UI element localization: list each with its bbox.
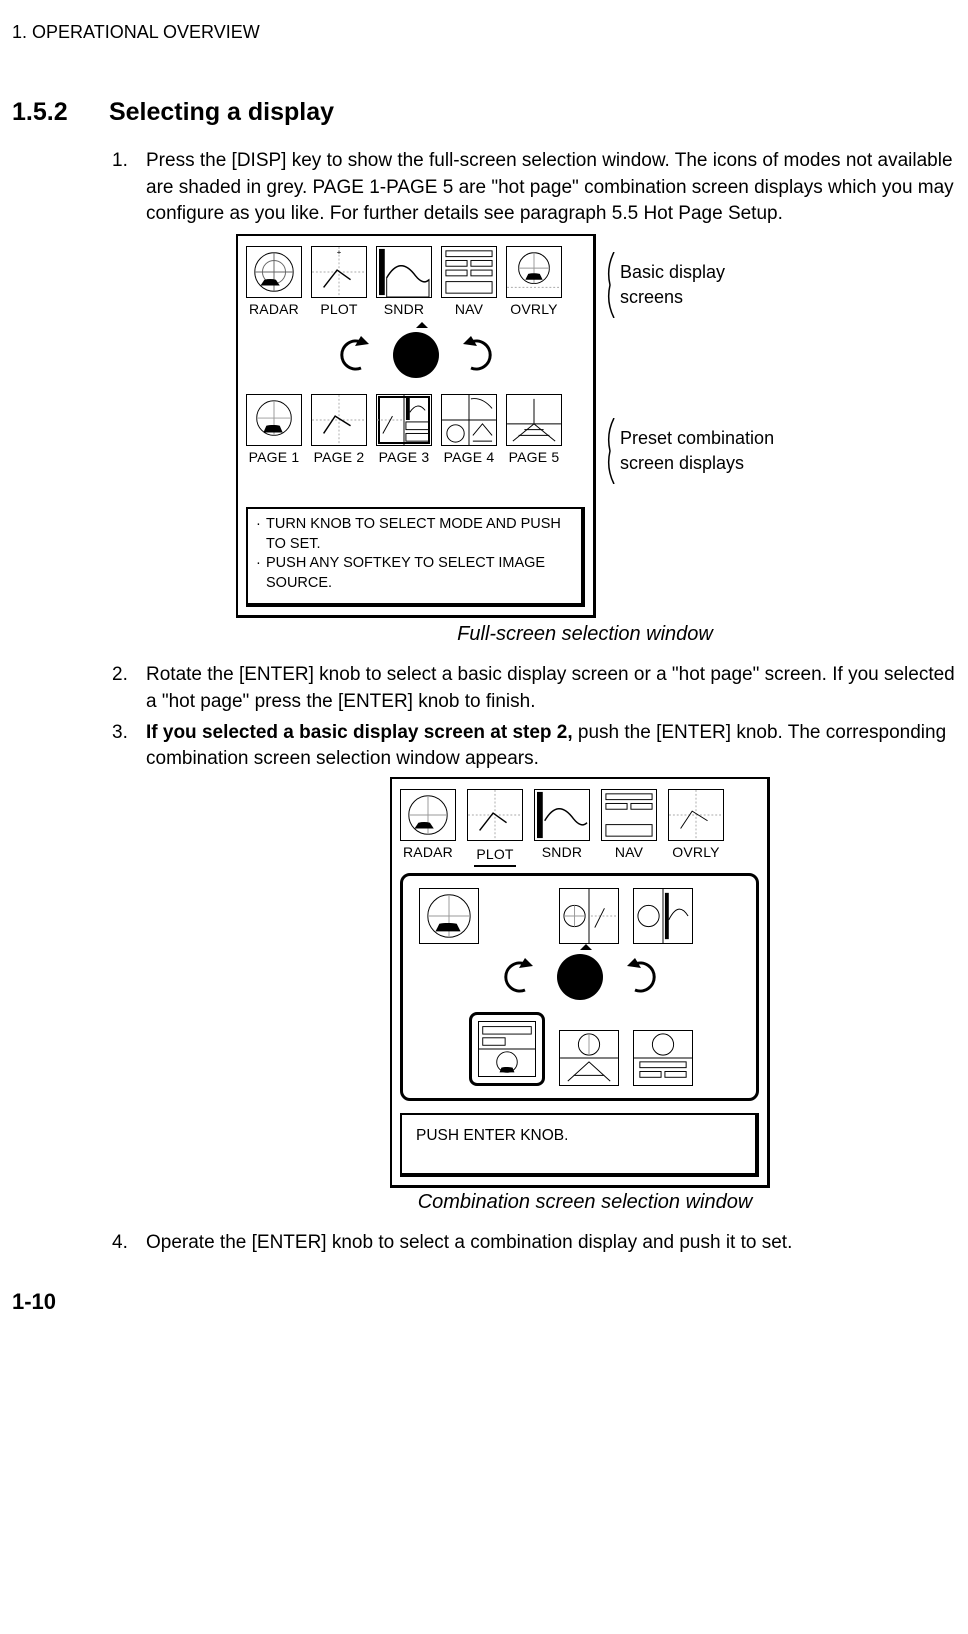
icon-label-page2: PAGE 2 bbox=[311, 448, 367, 468]
page4-icon bbox=[441, 394, 497, 446]
plot-icon: + bbox=[311, 246, 367, 298]
icon-label-page4: PAGE 4 bbox=[441, 448, 497, 468]
step-1: Press the [DISP] key to show the full-sc… bbox=[112, 148, 964, 648]
page2-icon bbox=[311, 394, 367, 446]
instruction-box: PUSH ENTER KNOB. bbox=[400, 1113, 759, 1177]
combo-radar-plot-v-icon bbox=[559, 888, 619, 944]
combo-radar-highway-h-icon bbox=[559, 1030, 619, 1086]
radar-icon bbox=[400, 789, 456, 841]
rotate-ccw-icon bbox=[495, 956, 533, 998]
figure2-caption: Combination screen selection window bbox=[146, 1188, 964, 1216]
icon-label-radar: RADAR bbox=[246, 300, 302, 320]
figure1-caption: Full-screen selection window bbox=[146, 620, 964, 648]
full-screen-selection-window: RADAR + PLOT SNDR NAV OVRLY bbox=[236, 234, 596, 618]
page3-icon bbox=[376, 394, 432, 446]
icon-label-sndr: SNDR bbox=[376, 300, 432, 320]
step-3-bold: If you selected a basic display screen a… bbox=[146, 722, 573, 743]
page5-icon bbox=[506, 394, 562, 446]
instruction-box: ·TURN KNOB TO SELECT MODE AND PUSH TO SE… bbox=[246, 507, 585, 607]
knob-icon bbox=[393, 332, 439, 378]
knob-icon bbox=[557, 954, 603, 1000]
basic-display-row: RADAR + PLOT SNDR NAV OVRLY bbox=[246, 246, 585, 320]
rotate-cw-icon bbox=[463, 334, 501, 376]
ovrly-icon bbox=[668, 789, 724, 841]
icon-label-page3: PAGE 3 bbox=[376, 448, 432, 468]
brace-icon bbox=[604, 252, 616, 318]
annotation-basic-display: Basic displayscreens bbox=[620, 260, 725, 310]
section-number: 1.5.2 bbox=[12, 95, 102, 130]
combination-options-frame bbox=[400, 873, 759, 1101]
brace-icon bbox=[604, 418, 616, 484]
running-header: 1. OPERATIONAL OVERVIEW bbox=[12, 20, 968, 45]
knob-indicator-row bbox=[246, 332, 585, 378]
step-3: If you selected a basic display screen a… bbox=[112, 720, 964, 1216]
fig2-basic-row: RADAR PLOT SNDR NAV OVRLY bbox=[400, 789, 759, 868]
knob-indicator-row bbox=[413, 954, 746, 1000]
nav-icon bbox=[601, 789, 657, 841]
icon-label-ovrly: OVRLY bbox=[668, 843, 724, 863]
annotation-preset-combo: Preset combinationscreen displays bbox=[620, 426, 774, 476]
section-heading: 1.5.2 Selecting a display bbox=[12, 95, 968, 130]
combo-selected-icon bbox=[469, 1012, 545, 1086]
radar-icon bbox=[246, 246, 302, 298]
sndr-icon bbox=[376, 246, 432, 298]
rotate-cw-icon bbox=[627, 956, 665, 998]
svg-text:+: + bbox=[337, 248, 342, 257]
icon-label-ovrly: OVRLY bbox=[506, 300, 562, 320]
sndr-icon bbox=[534, 789, 590, 841]
page-row: PAGE 1 PAGE 2 PAGE 3 PAGE 4 PAGE 5 bbox=[246, 394, 585, 468]
icon-label-sndr: SNDR bbox=[534, 843, 590, 863]
step-4: Operate the [ENTER] knob to select a com… bbox=[112, 1230, 964, 1257]
combo-radar-full-icon bbox=[419, 888, 479, 944]
step-2: Rotate the [ENTER] knob to select a basi… bbox=[112, 662, 964, 715]
section-title-text: Selecting a display bbox=[109, 98, 334, 126]
icon-label-plot-selected: PLOT bbox=[474, 845, 515, 868]
icon-label-nav: NAV bbox=[441, 300, 497, 320]
combo-radar-sndr-v-icon bbox=[633, 888, 693, 944]
icon-label-radar: RADAR bbox=[400, 843, 456, 863]
rotate-ccw-icon bbox=[331, 334, 369, 376]
combo-radar-nav-h-icon bbox=[633, 1030, 693, 1086]
combination-selection-window: RADAR PLOT SNDR NAV OVRLY bbox=[390, 777, 770, 1188]
page-number: 1-10 bbox=[12, 1287, 968, 1318]
figure1-annotations: Basic displayscreens Preset combinations… bbox=[604, 234, 774, 484]
instruction-list: Press the [DISP] key to show the full-sc… bbox=[112, 148, 964, 1256]
icon-label-page1: PAGE 1 bbox=[246, 448, 302, 468]
nav-icon bbox=[441, 246, 497, 298]
icon-label-page5: PAGE 5 bbox=[506, 448, 562, 468]
plot-icon bbox=[467, 789, 523, 841]
icon-label-plot: PLOT bbox=[311, 300, 367, 320]
icon-label-nav: NAV bbox=[601, 843, 657, 863]
page1-icon bbox=[246, 394, 302, 446]
ovrly-icon bbox=[506, 246, 562, 298]
